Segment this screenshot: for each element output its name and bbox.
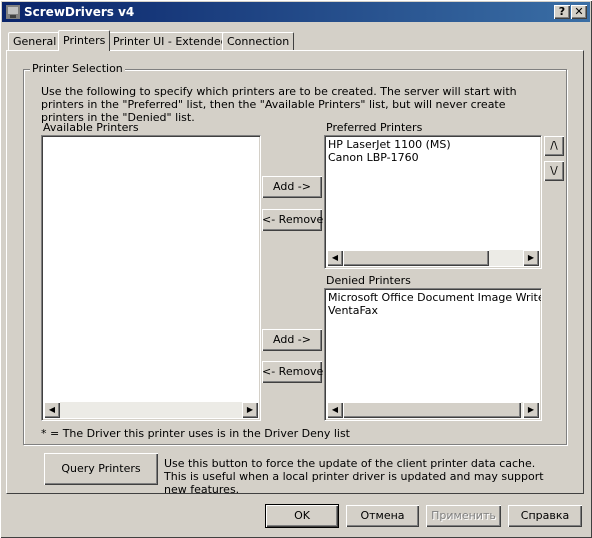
tab-strip: General Printers Printer UI - Extended C… (0, 30, 592, 52)
denied-printers-label: Denied Printers (326, 274, 411, 287)
help-footer-button[interactable]: Справка (508, 505, 582, 527)
scroll-left-icon[interactable]: ◀ (44, 402, 60, 418)
remove-preferred-button[interactable]: <- Remove (262, 209, 323, 231)
list-item[interactable]: HP LaserJet 1100 (MS) (327, 138, 451, 151)
scroll-left-icon[interactable]: ◀ (327, 402, 343, 418)
list-item[interactable]: Microsoft Office Document Image Writer (327, 291, 541, 304)
available-printers-label: Available Printers (43, 121, 139, 134)
tab-printer-ui-extended[interactable]: Printer UI - Extended (108, 32, 233, 51)
dialog-window: ScrewDrivers v4 ? ✕ General Printers Pri… (0, 0, 592, 538)
title-bar[interactable]: ScrewDrivers v4 ? ✕ (2, 2, 590, 22)
scroll-left-icon[interactable]: ◀ (327, 250, 343, 266)
list-item[interactable]: Canon LBP-1760 (327, 151, 451, 164)
scroll-thumb[interactable] (343, 250, 489, 266)
remove-denied-button[interactable]: <- Remove (262, 361, 323, 383)
move-down-button[interactable]: \/ (544, 161, 564, 181)
tab-general[interactable]: General (8, 32, 62, 51)
preferred-printers-items: HP LaserJet 1100 (MS) Canon LBP-1760 (327, 138, 451, 164)
preferred-hscrollbar[interactable]: ◀ ▶ (327, 250, 539, 266)
tab-connection[interactable]: Connection (222, 32, 295, 51)
denied-hscrollbar[interactable]: ◀ ▶ (327, 402, 539, 418)
add-denied-button[interactable]: Add -> (262, 329, 322, 351)
list-item[interactable]: VentaFax (327, 304, 541, 317)
printer-selection-label: Printer Selection (30, 62, 125, 75)
driver-deny-note: * = The Driver this printer uses is in t… (41, 427, 350, 440)
query-printers-description: Use this button to force the update of t… (164, 457, 544, 496)
apply-button[interactable]: Применить (426, 505, 501, 527)
app-icon (6, 5, 20, 19)
cancel-button[interactable]: Отмена (346, 505, 419, 527)
add-preferred-button[interactable]: Add -> (262, 176, 322, 198)
close-button[interactable]: ✕ (571, 5, 587, 19)
preferred-printers-list[interactable]: HP LaserJet 1100 (MS) Canon LBP-1760 ◀ ▶ (324, 135, 542, 269)
tab-printers[interactable]: Printers (58, 30, 111, 51)
available-printers-list[interactable]: ◀ ▶ (41, 135, 261, 421)
move-up-button[interactable]: /\ (544, 136, 564, 156)
denied-printers-list[interactable]: Microsoft Office Document Image Writer Ve… (324, 288, 542, 421)
scroll-right-icon[interactable]: ▶ (242, 402, 258, 418)
printer-selection-description: Use the following to specify which print… (41, 85, 517, 124)
preferred-printers-label: Preferred Printers (326, 121, 423, 134)
ok-button[interactable]: OK (265, 504, 339, 528)
scroll-right-icon[interactable]: ▶ (523, 402, 539, 418)
available-hscrollbar[interactable]: ◀ ▶ (44, 402, 258, 418)
window-title: ScrewDrivers v4 (24, 5, 135, 19)
help-button[interactable]: ? (554, 5, 570, 19)
close-icon: ✕ (574, 5, 584, 18)
query-printers-button[interactable]: Query Printers (44, 453, 158, 485)
denied-printers-items: Microsoft Office Document Image Writer Ve… (327, 291, 541, 317)
scroll-thumb[interactable] (343, 402, 521, 418)
scroll-right-icon[interactable]: ▶ (523, 250, 539, 266)
